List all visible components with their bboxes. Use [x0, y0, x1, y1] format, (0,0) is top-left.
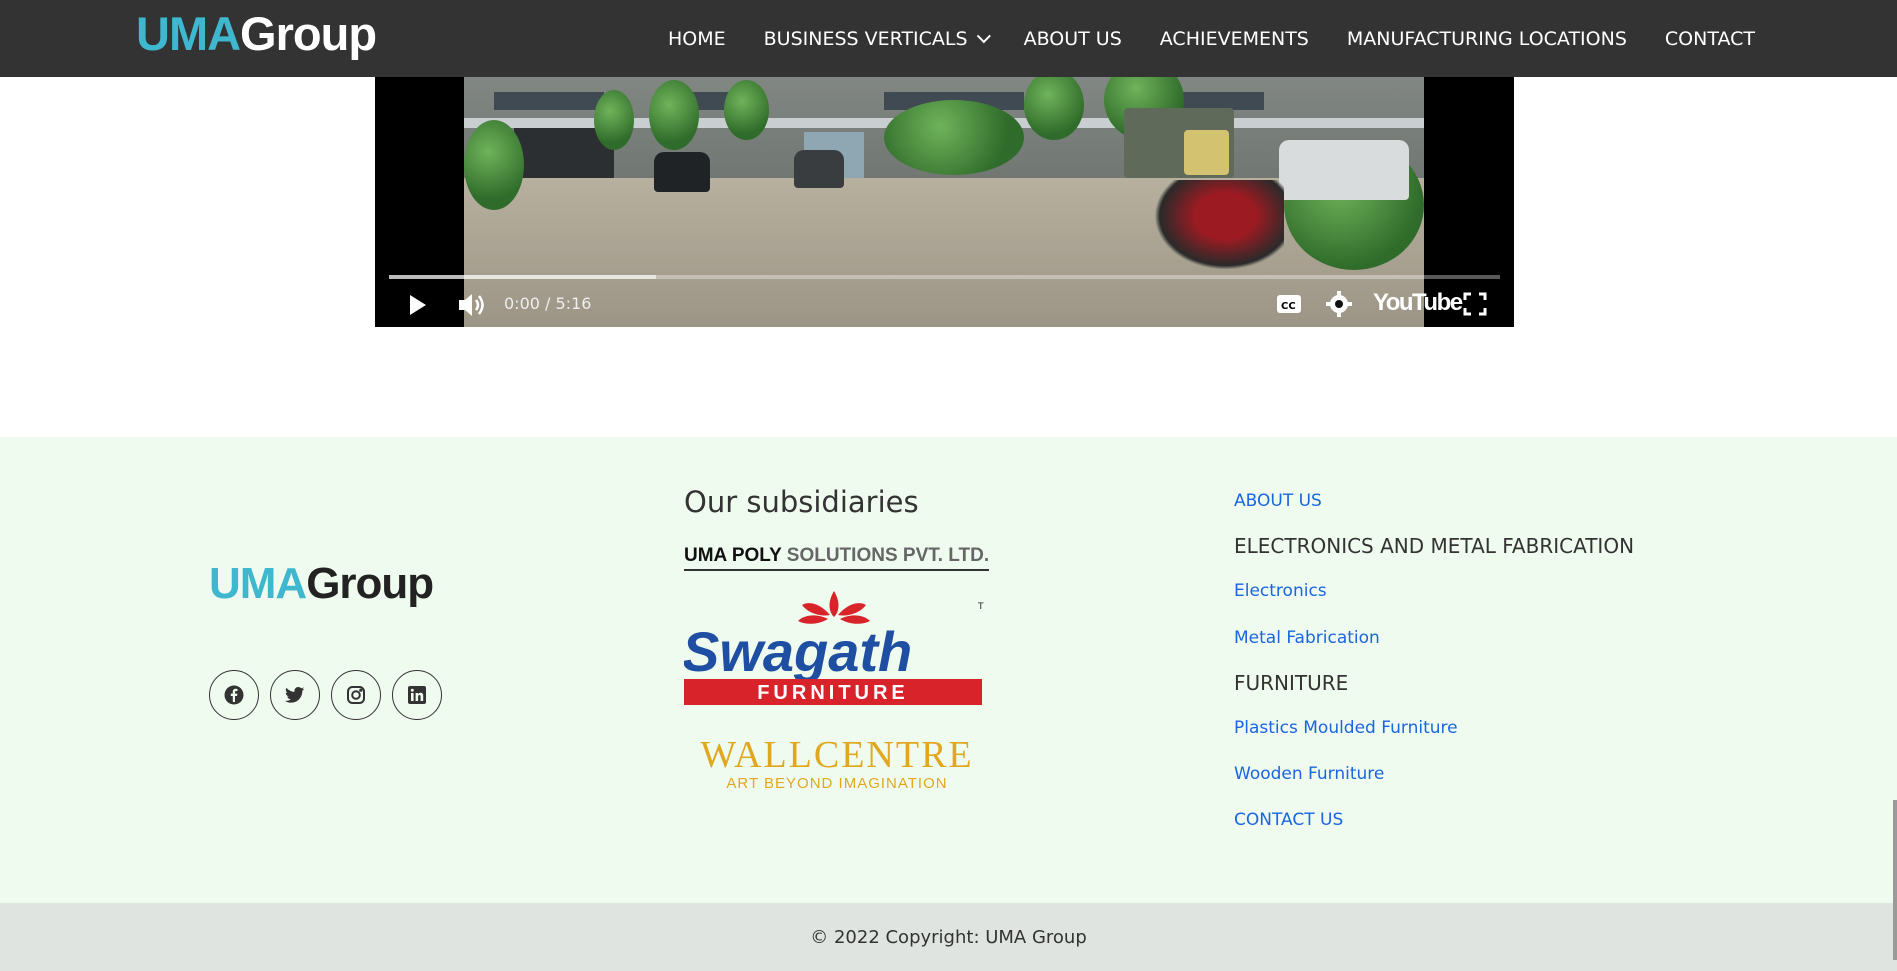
- svg-text:Swagath: Swagath: [684, 620, 912, 683]
- footer-heading-electronics: ELECTRONICS AND METAL FABRICATION: [1234, 534, 1635, 558]
- nav-home[interactable]: HOME: [668, 28, 726, 50]
- settings-icon[interactable]: [1326, 291, 1352, 321]
- wallcentre-logo[interactable]: WALLCENTRE ART BEYOND IMAGINATION: [692, 735, 982, 792]
- nav-achievements[interactable]: ACHIEVEMENTS: [1160, 28, 1309, 50]
- page-scrollbar[interactable]: [1893, 800, 1897, 960]
- instagram-icon[interactable]: [331, 670, 381, 720]
- youtube-logo[interactable]: YouTube: [1373, 289, 1463, 317]
- social-links: [209, 670, 442, 720]
- chevron-down-icon: [976, 28, 991, 43]
- nav-contact[interactable]: CONTACT: [1665, 28, 1755, 50]
- footer-link-plastics-furniture[interactable]: Plastics Moulded Furniture: [1234, 718, 1458, 738]
- footer-link-electronics[interactable]: Electronics: [1234, 581, 1327, 601]
- nav-manufacturing-locations[interactable]: MANUFACTURING LOCATIONS: [1347, 28, 1627, 50]
- captions-icon[interactable]: CC: [1276, 294, 1302, 318]
- footer-link-wooden-furniture[interactable]: Wooden Furniture: [1234, 764, 1384, 784]
- site-header: UMAGroup HOME BUSINESS VERTICALS ABOUT U…: [0, 0, 1897, 77]
- fullscreen-icon[interactable]: [1463, 292, 1487, 320]
- footer-link-about-us[interactable]: ABOUT US: [1234, 491, 1322, 511]
- svg-text:CC: CC: [1281, 301, 1296, 312]
- play-icon[interactable]: [405, 293, 429, 321]
- video-controls: 0:00 / 5:16 CC YouTube: [375, 283, 1514, 327]
- uma-poly-logo[interactable]: UMA POLY SOLUTIONS PVT. LTD.: [684, 545, 990, 571]
- footer-logo[interactable]: UMAGroup: [209, 559, 434, 609]
- twitter-icon[interactable]: [270, 670, 320, 720]
- nav-business-verticals[interactable]: BUSINESS VERTICALS: [764, 28, 991, 50]
- volume-icon[interactable]: [457, 291, 487, 323]
- site-logo[interactable]: UMAGroup: [136, 8, 377, 60]
- facebook-icon[interactable]: [209, 670, 259, 720]
- video-time: 0:00 / 5:16: [504, 294, 592, 313]
- linkedin-icon[interactable]: [392, 670, 442, 720]
- subsidiaries-title: Our subsidiaries: [684, 485, 919, 519]
- footer-link-metal-fabrication[interactable]: Metal Fabrication: [1234, 628, 1380, 648]
- nav-about-us[interactable]: ABOUT US: [1024, 28, 1122, 50]
- copyright-text: © 2022 Copyright: UMA Group: [810, 926, 1087, 948]
- svg-text:FURNITURE: FURNITURE: [757, 682, 909, 704]
- main-nav: HOME BUSINESS VERTICALS ABOUT US ACHIEVE…: [668, 0, 1755, 77]
- footer-heading-furniture: FURNITURE: [1234, 671, 1349, 695]
- video-progress-bar[interactable]: [389, 275, 1500, 279]
- swagath-furniture-logo[interactable]: Swagath TM FURNITURE: [682, 587, 991, 707]
- site-footer: UMAGroup Our subsidiaries UMA POLY SOLUT…: [0, 437, 1897, 903]
- copyright-bar: © 2022 Copyright: UMA Group: [0, 903, 1897, 971]
- footer-link-contact-us[interactable]: CONTACT US: [1234, 810, 1343, 830]
- svg-text:TM: TM: [977, 602, 984, 612]
